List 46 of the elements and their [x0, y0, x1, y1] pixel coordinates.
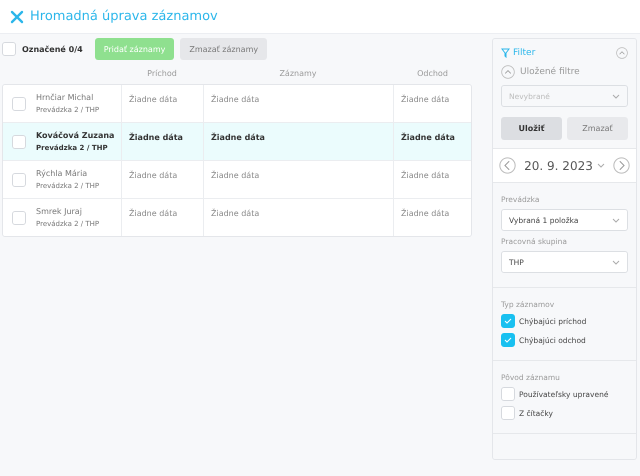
employee-name: Hrnčiar Michal: [36, 93, 94, 102]
selected-count: Označené 0/4: [22, 44, 83, 54]
employee-name: Smrek Juraj: [36, 207, 83, 216]
table-cell: Žiadne dáta: [401, 95, 450, 104]
table-cell: Žiadne dáta: [211, 95, 260, 104]
checkbox[interactable]: [501, 333, 515, 347]
table-cell: Žiadne dáta: [129, 171, 178, 180]
page-title: Hromadná úprava záznamov: [30, 9, 218, 24]
save-button[interactable]: Uložiť: [501, 117, 562, 140]
checkbox[interactable]: [12, 96, 26, 110]
employee-name: Rýchla Mária: [36, 169, 88, 178]
column-header: Odchod: [416, 68, 449, 78]
clear-button[interactable]: Zmazať: [567, 117, 628, 140]
checkbox[interactable]: [12, 134, 26, 148]
chevron-down-icon: [612, 218, 620, 222]
chevron-down-icon: [596, 163, 605, 168]
table-cell: Žiadne dáta: [401, 171, 450, 180]
chevron-up-icon[interactable]: [501, 65, 515, 79]
table-cell: Žiadne dáta: [211, 133, 265, 142]
checkbox[interactable]: [501, 387, 515, 401]
column-header: Príchod: [146, 68, 178, 78]
checkbox[interactable]: [12, 172, 26, 186]
employee-name: Kováčová Zuzana: [36, 131, 114, 140]
table-cell: Žiadne dáta: [129, 209, 178, 218]
collapse-icon[interactable]: [616, 47, 628, 59]
chevron-down-icon: [612, 94, 620, 98]
checkbox[interactable]: [501, 314, 515, 328]
table-cell: Žiadne dáta: [129, 133, 183, 142]
funnel-icon: [501, 48, 510, 58]
checkbox[interactable]: [501, 406, 515, 420]
table-cell: Žiadne dáta: [129, 95, 178, 104]
table-cell: Žiadne dáta: [211, 209, 260, 218]
chevron-down-icon: [612, 260, 620, 264]
checkbox[interactable]: [2, 42, 16, 56]
checkbox[interactable]: [12, 210, 26, 224]
table-cell: Žiadne dáta: [211, 171, 260, 180]
table-cell: Žiadne dáta: [401, 133, 455, 142]
delete-records-button[interactable]: Zmazať záznamy: [180, 38, 268, 60]
next-icon[interactable]: [612, 157, 630, 174]
filter-title: Filter: [513, 48, 536, 58]
column-header: Záznamy: [278, 68, 318, 78]
saved-filters-label: Uložené filtre: [520, 67, 580, 77]
table-cell: Žiadne dáta: [401, 209, 450, 218]
check-icon: [504, 337, 512, 343]
previous-icon[interactable]: [499, 157, 516, 174]
check-icon: [504, 318, 512, 324]
